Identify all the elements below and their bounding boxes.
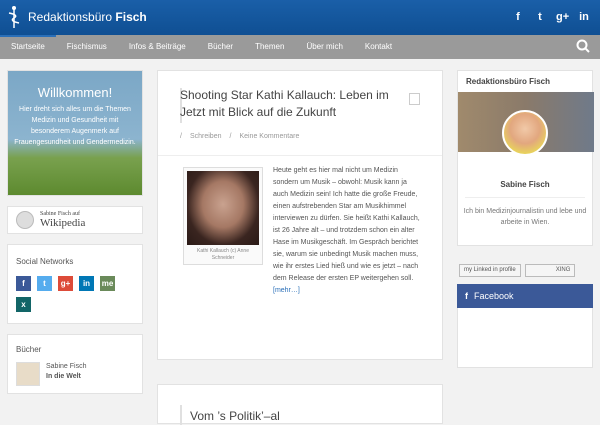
left-sidebar: Willkommen! Hier dreht sich alles um die… (7, 70, 143, 404)
search-icon[interactable] (576, 39, 590, 53)
nav-kontakt[interactable]: Kontakt (354, 35, 403, 59)
books-widget: Bücher Sabine Fisch In die Welt (7, 334, 143, 394)
xing-icon[interactable]: x (16, 297, 31, 312)
profile-description: Ich bin Medizinjournalistin und lebe und… (463, 208, 587, 226)
nav-buecher[interactable]: Bücher (197, 35, 244, 59)
profile-widget: Redaktionsbüro Fisch Sabine Fisch Ich bi… (457, 70, 594, 246)
post-comments[interactable]: Keine Kommentare (239, 133, 299, 140)
post-excerpt: Heute geht es hier mal nicht um Medizin … (185, 165, 421, 297)
books-title: Bücher (16, 345, 42, 354)
wiki-big-text: Wikipedia (40, 217, 86, 229)
nav-ueber-mich[interactable]: Über mich (295, 35, 353, 59)
profile-badges: my Linked in profile XING (457, 256, 593, 284)
about-me-icon[interactable]: me (100, 276, 115, 291)
caduceus-icon (8, 6, 20, 28)
book-cover (16, 362, 40, 386)
twitter-icon[interactable]: t (37, 276, 52, 291)
facebook-widget-header[interactable]: f Facebook (457, 284, 593, 308)
nav-themen[interactable]: Themen (244, 35, 295, 59)
post-title[interactable]: Shooting Star Kathi Kallauch: Leben im J… (180, 87, 400, 121)
read-more-link[interactable]: [mehr…] (185, 285, 421, 297)
google-plus-icon[interactable]: g+ (556, 11, 569, 23)
linkedin-badge[interactable]: my Linked in profile (459, 263, 521, 277)
post-category[interactable]: Schreiben (190, 133, 222, 140)
xing-badge[interactable]: XING (524, 263, 576, 277)
nav-fischismus[interactable]: Fischismus (56, 35, 118, 59)
avatar (502, 110, 548, 156)
post-card-2: Vom ’s Politik’–al (157, 384, 443, 425)
wikipedia-widget[interactable]: Sabine Fisch auf Wikipedia (7, 206, 143, 234)
facebook-icon[interactable]: f (512, 11, 524, 23)
welcome-text: Hier dreht sich alles um die Themen Medi… (14, 106, 136, 146)
book-author: Sabine Fisch (46, 363, 87, 370)
main-content: Shooting Star Kathi Kallauch: Leben im J… (157, 70, 443, 425)
profile-widget-title: Redaktionsbüro Fisch (466, 77, 551, 86)
social-title: Social Networks (16, 257, 74, 266)
title-bar (180, 405, 182, 425)
site-title: Redaktionsbüro Fisch (28, 10, 147, 24)
calendar-icon (409, 93, 420, 105)
right-sidebar: Redaktionsbüro Fisch Sabine Fisch Ich bi… (457, 70, 594, 368)
google-plus-icon[interactable]: g+ (58, 276, 73, 291)
profile-banner (458, 92, 594, 156)
linkedin-icon[interactable]: in (79, 276, 94, 291)
main-nav: Startseite Fischismus Infos & Beiträge B… (0, 35, 600, 59)
wikipedia-icon (16, 211, 34, 229)
facebook-icon: f (465, 291, 468, 301)
book-item[interactable]: Sabine Fisch In die Welt (16, 362, 134, 386)
nav-infos[interactable]: Infos & Beiträge (118, 35, 197, 59)
nav-startseite[interactable]: Startseite (0, 35, 56, 59)
social-networks-widget: Social Networks f t g+ in me x (7, 244, 143, 324)
facebook-label: Facebook (474, 291, 514, 301)
post-2-title[interactable]: Vom ’s Politik’–al (190, 409, 280, 423)
twitter-icon[interactable]: t (534, 11, 546, 23)
site-header: Redaktionsbüro Fisch f t g+ in (0, 0, 600, 35)
header-social: f t g+ in (512, 11, 590, 23)
post-body: Heute geht es hier mal nicht um Medizin … (273, 167, 420, 282)
welcome-widget: Willkommen! Hier dreht sich alles um die… (7, 70, 143, 196)
linkedin-icon[interactable]: in (578, 11, 590, 23)
welcome-title: Willkommen! (37, 85, 113, 100)
profile-name: Sabine Fisch (500, 180, 550, 189)
divider (465, 197, 585, 198)
facebook-icon[interactable]: f (16, 276, 31, 291)
post-meta: / Schreiben / Keine Kommentare (180, 133, 300, 140)
book-title: In die Welt (46, 373, 81, 380)
post-card: Shooting Star Kathi Kallauch: Leben im J… (157, 70, 443, 360)
site-logo[interactable]: Redaktionsbüro Fisch (6, 5, 147, 29)
facebook-widget-body (457, 308, 593, 368)
divider (158, 155, 442, 156)
